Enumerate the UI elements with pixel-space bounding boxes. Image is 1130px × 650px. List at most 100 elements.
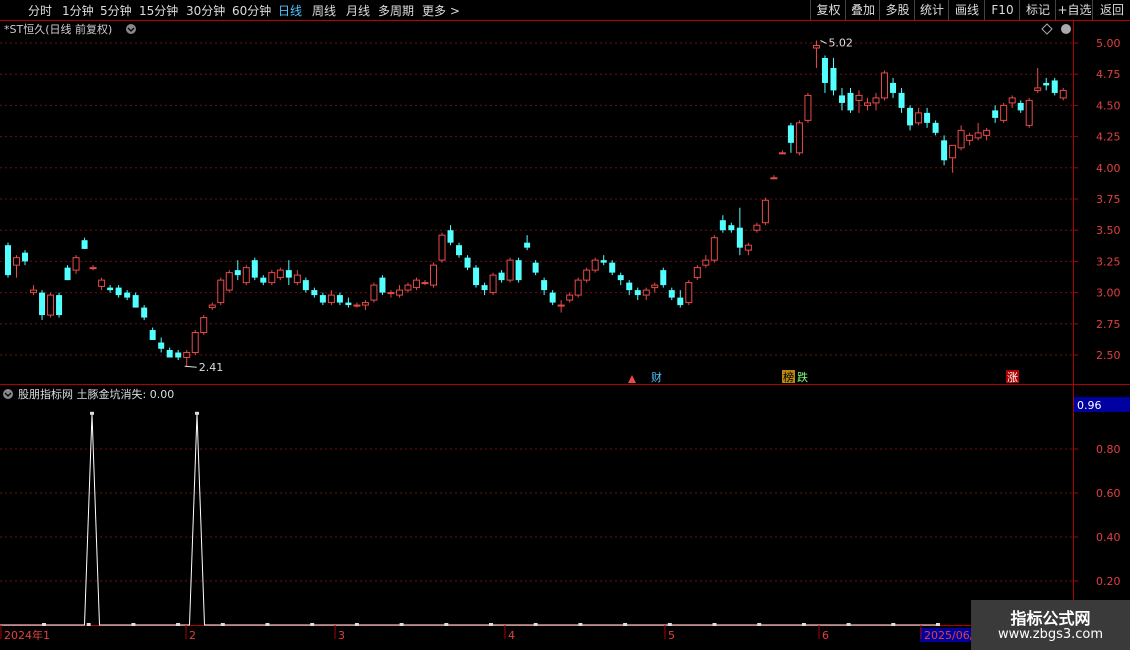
candle-body-down <box>22 252 29 262</box>
candle-body-down <box>473 267 480 286</box>
toolbar-button-5[interactable]: F10 <box>984 0 1020 20</box>
candle-body-down <box>234 270 241 276</box>
watermark-title: 指标公式网 <box>1010 609 1091 628</box>
y-tick-label: 2.75 <box>1096 318 1121 331</box>
indicator-y-label: 0.40 <box>1096 531 1121 544</box>
candle-body-up <box>370 284 378 301</box>
candle-body-up <box>685 282 693 304</box>
candle-body-up <box>225 272 233 291</box>
candle-body-up <box>872 97 880 104</box>
y-tick-label: 3.75 <box>1096 193 1121 206</box>
x-axis-label: 2024年1 <box>4 628 50 642</box>
value-box-label: 0.96 <box>1077 399 1102 412</box>
chart-bg <box>0 21 1130 625</box>
indicator-point <box>712 623 717 626</box>
candle-body-down <box>830 67 837 91</box>
toolbar-button-3[interactable]: 统计 <box>914 0 949 20</box>
timeframe-5[interactable]: 60分钟 <box>232 2 271 19</box>
indicator-y-label: 0.80 <box>1096 443 1121 456</box>
candle-body-up <box>949 144 957 159</box>
timeframe-4[interactable]: 30分钟 <box>186 2 225 19</box>
timeframe-10[interactable]: 更多 > <box>422 2 460 19</box>
candle-body-up <box>72 257 80 271</box>
candle-body-down <box>447 230 454 243</box>
candle-body-down <box>600 260 607 263</box>
candle-body-up <box>387 292 395 295</box>
timeframe-0[interactable]: 分时 <box>28 2 52 19</box>
toolbar-button-7[interactable]: +自选 <box>1055 0 1093 20</box>
candle-body-up <box>974 132 982 139</box>
candle-body-down <box>81 240 88 249</box>
diamond-icon[interactable] <box>1041 23 1053 35</box>
indicator-title: 股朋指标网 土豚金坑消失: 0.00 <box>18 387 174 401</box>
marker-2: 跌 <box>797 370 808 384</box>
watermark: 指标公式网 www.zbgs3.com <box>971 600 1130 650</box>
candle-body-down <box>166 350 173 358</box>
toolbar-button-4[interactable]: 画线 <box>948 0 985 20</box>
candle-body-up <box>1008 97 1016 104</box>
candle-body-up <box>651 284 659 289</box>
candle-body-down <box>634 290 641 296</box>
candle-body-up <box>957 129 965 149</box>
candle-body-up <box>242 267 250 284</box>
x-axis-label: 4 <box>508 629 515 642</box>
candle-body-down <box>736 227 743 248</box>
candle-body-up <box>966 134 974 141</box>
indicator-point <box>936 623 940 626</box>
timeframe-2[interactable]: 5分钟 <box>100 2 132 19</box>
x-axis-label: 3 <box>338 629 345 642</box>
toolbar-button-1[interactable]: 叠加 <box>845 0 880 20</box>
toolbar-button-2[interactable]: 多股 <box>879 0 915 20</box>
candle-body-up <box>693 267 701 279</box>
high-label: 5.02 <box>828 37 853 50</box>
candle-body-down <box>311 290 318 296</box>
chevron-down-icon[interactable] <box>3 389 13 399</box>
timeframe-7[interactable]: 周线 <box>312 2 336 19</box>
watermark-url: www.zbgs3.com <box>997 627 1104 642</box>
candle-body-down <box>1051 80 1058 93</box>
toolbar-button-6[interactable]: 标记 <box>1019 0 1056 20</box>
candle-body-down <box>992 110 999 118</box>
toolbar-button-8[interactable]: 返回 <box>1092 0 1130 20</box>
candle-body-down <box>532 262 539 273</box>
candle-body-down <box>515 260 522 281</box>
candle-body-down <box>847 92 854 111</box>
timeframe-6[interactable]: 日线 <box>278 2 302 19</box>
indicator-point <box>489 623 493 626</box>
candle-body-up <box>1000 104 1008 121</box>
candle-body-up <box>795 122 803 154</box>
indicator-point <box>801 623 806 626</box>
top-toolbar: 分时 1分钟 5分钟 15分钟 30分钟 60分钟 日线 周线 月线 多周期 更多 > 复权 叠加 多股统… <box>0 0 1130 21</box>
candle-body-up <box>438 234 446 261</box>
candle-body-down <box>56 295 63 316</box>
candle-body-up <box>404 284 412 291</box>
indicator-point <box>176 623 181 626</box>
candle-body-up <box>506 259 514 281</box>
candle-body-up <box>778 152 786 155</box>
candle-body-down <box>890 82 897 93</box>
expand-icon[interactable] <box>1061 24 1071 34</box>
timeframe-1[interactable]: 1分钟 <box>62 2 94 19</box>
candle-body-down <box>728 225 735 231</box>
timeframe-8[interactable]: 月线 <box>346 2 370 19</box>
toolbar-button-0[interactable]: 复权 <box>810 0 846 20</box>
timeframe-3[interactable]: 15分钟 <box>139 2 178 19</box>
timeframe-9[interactable]: 多周期 <box>378 2 414 19</box>
indicator-point <box>86 623 91 626</box>
candle-body-down <box>260 277 267 283</box>
indicator-point <box>42 623 46 626</box>
candle-body-down <box>464 257 471 268</box>
candle-body-up <box>430 264 437 286</box>
y-tick-label: 4.50 <box>1096 99 1121 112</box>
candle-body-down <box>132 295 139 308</box>
candle-body-down <box>149 330 156 341</box>
candle-body-up <box>327 294 335 304</box>
candle-body-up <box>710 237 718 261</box>
candle-body-down <box>609 262 616 273</box>
candle-body-up <box>268 272 276 284</box>
y-tick-label: 3.50 <box>1096 224 1121 237</box>
marker-0: 财 <box>651 370 662 384</box>
chevron-down-icon[interactable] <box>126 24 136 34</box>
indicator-y-label: 0.20 <box>1096 575 1121 588</box>
candle-body-up <box>1059 89 1067 99</box>
